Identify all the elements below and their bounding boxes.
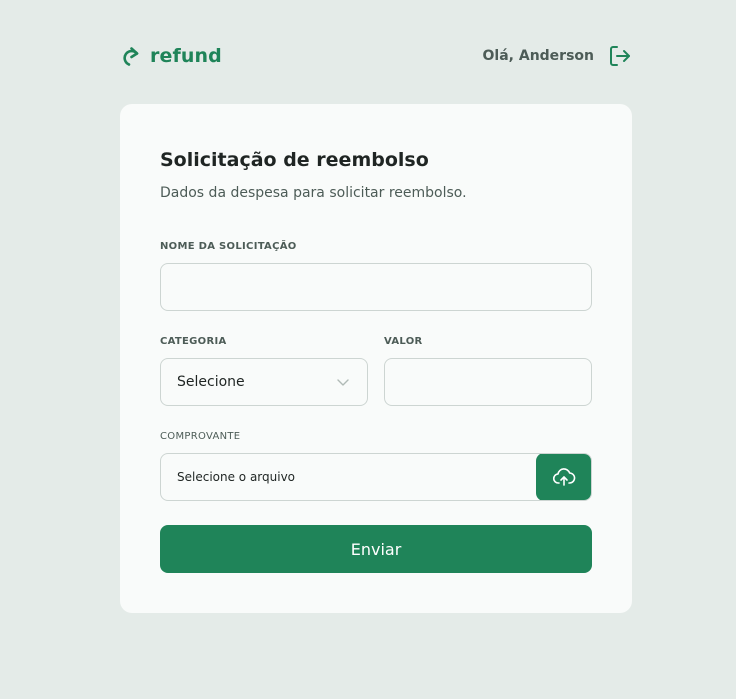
brand-name: refund (150, 45, 222, 67)
category-label: CATEGORIA (160, 336, 227, 347)
submit-button[interactable]: Enviar (160, 525, 592, 573)
logout-icon[interactable] (608, 44, 632, 68)
cloud-upload-icon (552, 465, 576, 489)
value-label: VALOR (384, 336, 423, 347)
category-selected-value: Selecione (177, 374, 245, 390)
category-select[interactable]: Selecione (160, 358, 368, 406)
receipt-label: COMPROVANTE (160, 431, 241, 442)
brand-logo[interactable]: refund (120, 44, 222, 68)
user-area: Olá, Anderson (483, 44, 632, 68)
receipt-placeholder: Selecione o arquivo (177, 470, 296, 484)
upload-button[interactable] (536, 454, 591, 500)
redo-arrow-icon (120, 44, 144, 68)
form-subtitle: Dados da despesa para solicitar reembols… (160, 185, 467, 201)
value-input[interactable] (384, 358, 592, 406)
refund-form-card: Solicitação de reembolso Dados da despes… (120, 104, 632, 613)
user-greeting: Olá, Anderson (482, 48, 594, 64)
chevron-down-icon (335, 374, 351, 390)
app-header: refund Olá, Anderson (120, 40, 632, 72)
request-name-input[interactable] (160, 263, 592, 311)
form-title: Solicitação de reembolso (160, 149, 429, 171)
receipt-file-input[interactable]: Selecione o arquivo (160, 453, 592, 501)
name-label: NOME DA SOLICITAÇÃO (160, 241, 297, 252)
